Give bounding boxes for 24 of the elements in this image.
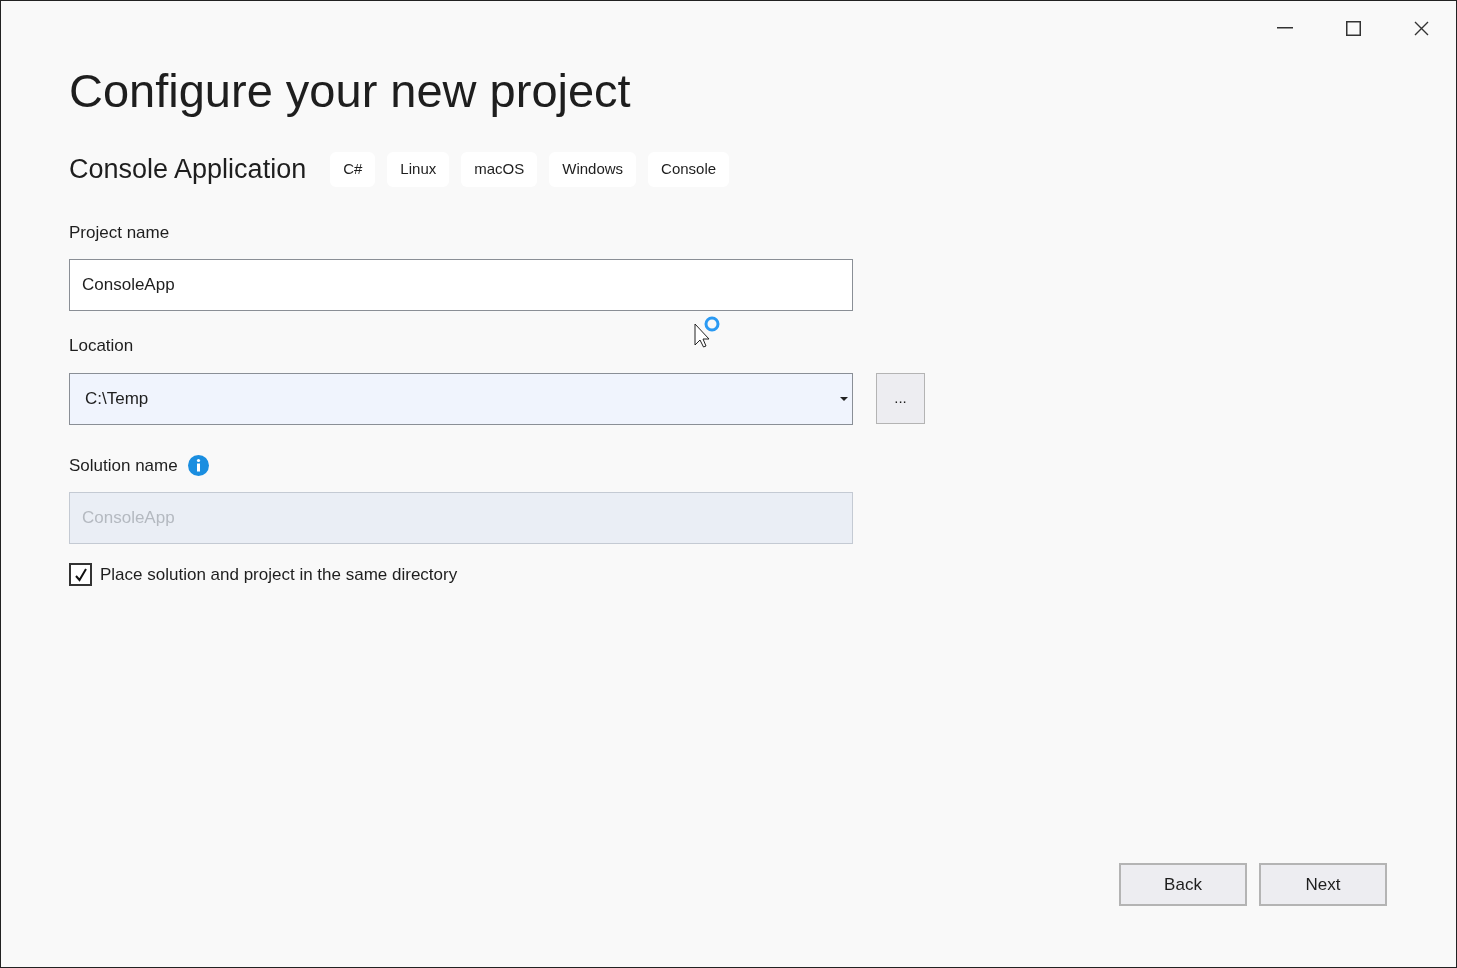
page-title: Configure your new project (69, 63, 632, 119)
field-label: Project name (69, 221, 171, 244)
checkmark-icon (73, 567, 88, 582)
tag: Console (648, 152, 730, 187)
field-label: Solution name (69, 454, 178, 477)
template-name: Console Application (69, 153, 307, 186)
close-icon (1413, 20, 1429, 36)
tag: macOS (461, 152, 538, 187)
info-icon (187, 454, 209, 476)
checkbox-label: Place solution and project in the same directory (100, 564, 458, 586)
tag: Windows (549, 152, 637, 187)
nav-button[interactable]: Next (1259, 863, 1387, 906)
tag: Linux (387, 152, 450, 187)
checkbox[interactable] (69, 563, 92, 587)
location-dropdown[interactable]: C:\Temp (69, 372, 853, 425)
browse-button[interactable]: ... (876, 373, 925, 424)
dropdown-value: C:\Temp (85, 387, 149, 410)
nav-button[interactable]: Back (1119, 863, 1247, 906)
caret-icon (840, 396, 848, 401)
text-field[interactable]: ConsoleApp (69, 259, 853, 311)
maximize-icon (1345, 20, 1361, 36)
tag: C# (330, 152, 376, 187)
field-label: Location (69, 335, 135, 357)
minimize-icon (1277, 27, 1293, 29)
